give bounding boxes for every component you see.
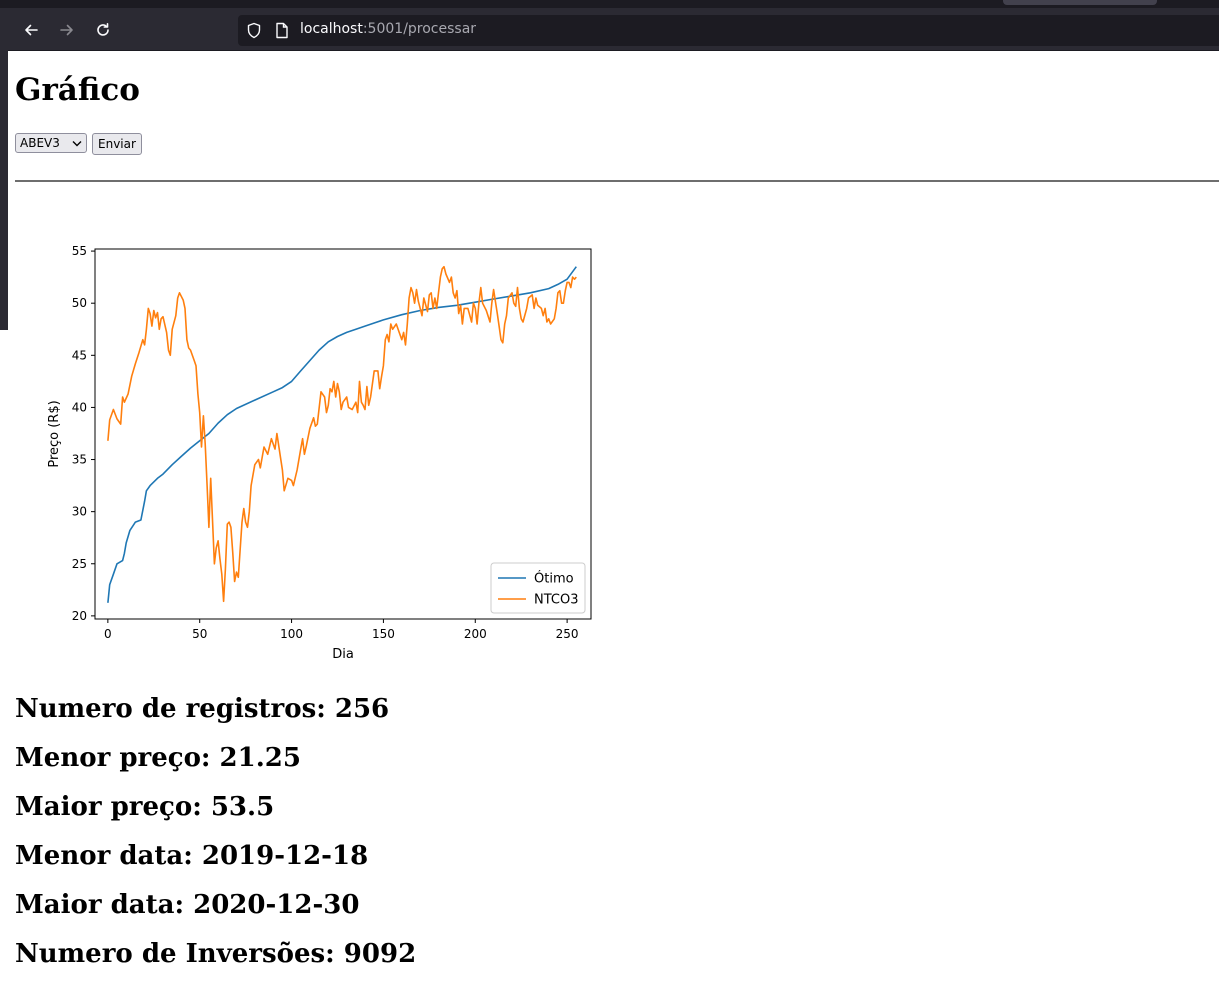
page-title: Gráfico xyxy=(15,72,140,108)
chart-legend: Ótimo NTCO3 xyxy=(490,562,586,614)
page-info-icon[interactable] xyxy=(275,22,289,39)
horizontal-rule xyxy=(15,180,1219,182)
legend-label: NTCO3 xyxy=(534,593,578,608)
x-tick-label: 50 xyxy=(192,627,207,641)
y-axis-label: Preço (R$) xyxy=(47,400,62,467)
max-date: Maior data: 2020-12-30 xyxy=(15,890,360,920)
forward-button[interactable] xyxy=(54,17,80,43)
x-tick-label: 250 xyxy=(556,627,579,641)
reload-button[interactable] xyxy=(90,17,116,43)
x-tick-label: 200 xyxy=(464,627,487,641)
y-tick-label: 25 xyxy=(72,557,87,571)
stats-list: Numero de registros: 256 Menor preço: 21… xyxy=(15,690,416,984)
y-tick-label: 35 xyxy=(72,453,87,467)
window-edge xyxy=(0,50,8,330)
y-tick-label: 50 xyxy=(72,296,87,310)
shield-icon[interactable] xyxy=(246,22,262,39)
ticker-select[interactable]: ABEV3 xyxy=(15,133,87,153)
url-path: :5001/processar xyxy=(362,21,477,37)
legend-label: Ótimo xyxy=(534,571,574,587)
x-tick-label: 150 xyxy=(372,627,395,641)
y-tick-label: 30 xyxy=(72,505,87,519)
inversion-count: Numero de Inversões: 9092 xyxy=(15,939,417,969)
y-tick-label: 20 xyxy=(72,609,87,623)
arrow-left-icon xyxy=(25,24,38,36)
url-text[interactable]: localhost:5001/processar xyxy=(300,21,476,37)
url-host: localhost xyxy=(300,21,363,37)
min-date: Menor data: 2019-12-18 xyxy=(15,841,369,871)
ticker-form: ABEV3 Enviar xyxy=(15,133,142,155)
y-tick-label: 55 xyxy=(72,244,87,258)
min-price: Menor preço: 21.25 xyxy=(15,743,301,773)
browser-toolbar: localhost:5001/processar xyxy=(0,0,1219,51)
browser-tab[interactable] xyxy=(1003,0,1157,5)
back-button[interactable] xyxy=(18,17,44,43)
chart: 0 50 100 150 200 250 20 25 30 35 40 45 50 55 Dia Preç… xyxy=(40,235,610,679)
x-tick-label: 0 xyxy=(104,627,112,641)
x-axis-label: Dia xyxy=(332,647,354,662)
y-tick-label: 40 xyxy=(72,400,87,414)
line-chart: 0 50 100 150 200 250 20 25 30 35 40 45 50 55 Dia Preç… xyxy=(47,244,592,662)
reload-icon xyxy=(97,23,109,36)
arrow-right-icon xyxy=(60,24,73,36)
ticker-select-value: ABEV3 xyxy=(20,136,60,150)
max-price: Maior preço: 53.5 xyxy=(15,792,275,822)
y-tick-label: 45 xyxy=(72,348,87,362)
x-tick-label: 100 xyxy=(280,627,303,641)
address-bar[interactable]: localhost:5001/processar xyxy=(238,15,1219,46)
submit-button[interactable]: Enviar xyxy=(92,133,142,155)
record-count: Numero de registros: 256 xyxy=(15,694,390,724)
chevron-down-icon xyxy=(72,140,82,146)
